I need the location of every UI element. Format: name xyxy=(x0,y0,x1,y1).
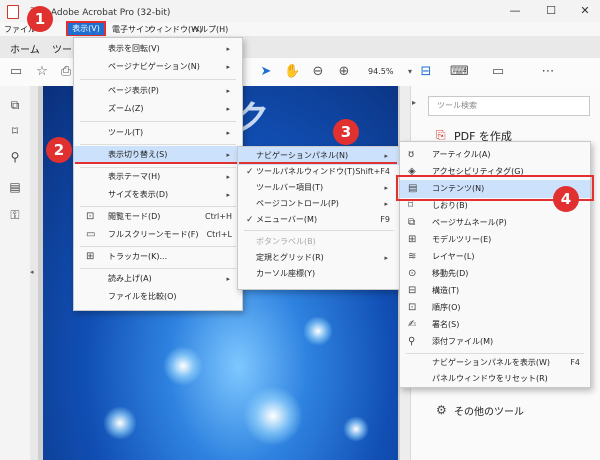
keyboard-icon[interactable]: ⌨ xyxy=(450,64,469,80)
page-display-icon[interactable]: ⊟ xyxy=(418,64,434,80)
tab-home[interactable]: ホーム xyxy=(10,41,40,56)
other-tools-link[interactable]: その他のツール xyxy=(454,403,524,418)
view-menu-rotate[interactable]: 表示を回転(V) ▸ xyxy=(74,40,242,58)
view-menu-read-aloud[interactable]: 読み上げ(A) ▸ xyxy=(74,270,242,288)
collapse-arrow-icon[interactable]: ◂ xyxy=(30,268,34,276)
article-icon: ʊ xyxy=(408,149,415,160)
nav-attachments[interactable]: ⚲ 添付ファイル(M) xyxy=(400,333,590,351)
model-tree-icon: ⊞ xyxy=(408,234,417,245)
print-icon[interactable]: ⎙ xyxy=(58,64,74,80)
nav-signatures[interactable]: ✍ 署名(S) xyxy=(400,316,590,334)
minimize-button[interactable]: — xyxy=(500,2,530,20)
view-menu-full-screen[interactable]: ▭ フルスクリーンモード(F) Ctrl+L xyxy=(74,226,242,244)
zoom-in-icon[interactable]: ⊕ xyxy=(336,64,352,80)
attachment-icon[interactable]: ⚲ xyxy=(7,150,23,166)
security-icon[interactable]: ⚿ xyxy=(7,208,23,224)
order-icon: ⊡ xyxy=(408,302,417,313)
view-menu-dropdown: 表示を回転(V) ▸ ページナビゲーション(N) ▸ ページ表示(P) ▸ ズーム(Z… xyxy=(73,37,243,311)
view-menu-display-size[interactable]: サイズを表示(D) ▸ xyxy=(74,186,242,204)
view-menu-tools[interactable]: ツール(T) ▸ xyxy=(74,124,242,142)
light-sparkle xyxy=(303,316,333,346)
read-mode-icon: ⊡ xyxy=(86,211,95,222)
full-screen-icon: ▭ xyxy=(86,229,96,240)
view-menu-theme[interactable]: 表示テーマ(H) ▸ xyxy=(74,168,242,186)
show-hide-submenu: ナビゲーションパネル(N) ▸ ✓ ツールパネルウィンドウ(T) Shift+F4 ツ… xyxy=(237,146,401,290)
star-icon[interactable]: ☆ xyxy=(34,64,50,80)
left-nav-rail xyxy=(0,86,31,460)
view-menu-page-navigation[interactable]: ページナビゲーション(N) ▸ xyxy=(74,58,242,76)
structure-icon: ⊟ xyxy=(408,285,417,296)
toggle-menu-bar[interactable]: ✓ メニューバー(M) F9 xyxy=(238,211,400,229)
light-sparkle xyxy=(103,406,137,440)
layers-icon: ≋ xyxy=(408,251,417,262)
nav-layers[interactable]: ≋ レイヤー(L) xyxy=(400,248,590,266)
view-menu-compare-files[interactable]: ファイルを比較(O) xyxy=(74,288,242,306)
maximize-button[interactable]: ☐ xyxy=(536,2,566,20)
view-menu-zoom[interactable]: ズーム(Z) ▸ xyxy=(74,100,242,118)
panel-collapse-icon[interactable]: ▸ xyxy=(412,98,416,107)
light-sparkle xyxy=(163,346,203,386)
nav-model-tree[interactable]: ⊞ モデルツリー(E) xyxy=(400,231,590,249)
signature-icon: ✍ xyxy=(408,319,417,330)
pages-icon[interactable]: ⧉ xyxy=(7,98,23,114)
toggle-cursor-coordinates[interactable]: カーソル座標(Y) xyxy=(238,265,400,283)
menu-help[interactable]: ヘルプ(H) xyxy=(192,24,228,35)
bookmark-icon[interactable]: ⌑ xyxy=(7,124,23,140)
navigation-panels-underline xyxy=(239,162,397,164)
nav-structure[interactable]: ⊟ 構造(T) xyxy=(400,282,590,300)
title-bar: 票… Adobe Acrobat Pro (32-bit) — ☐ ✕ xyxy=(0,0,600,23)
tracker-icon: ⊞ xyxy=(86,251,95,262)
callout-step-1: 1 xyxy=(27,6,53,32)
view-menu-read-mode[interactable]: ⊡ 閲覧モード(D) Ctrl+H xyxy=(74,208,242,226)
nav-reset-panes[interactable]: パネルウィンドウをリセット(R) xyxy=(400,370,590,388)
menu-esign[interactable]: 電子サイン xyxy=(112,24,152,35)
close-button[interactable]: ✕ xyxy=(570,2,600,20)
view-menu-tracker[interactable]: ⊞ トラッカー(K)... xyxy=(74,248,242,266)
tool-search-input[interactable]: ツール検索 xyxy=(428,96,590,116)
save-icon[interactable]: ▭ xyxy=(8,64,24,80)
thumbnails-icon: ⧉ xyxy=(408,217,416,228)
other-tools-icon: ⚙ xyxy=(436,403,447,417)
checkmark-icon: ✓ xyxy=(246,215,254,225)
zoom-out-icon[interactable]: ⊖ xyxy=(310,64,326,80)
more-icon[interactable]: ⋯ xyxy=(540,64,556,80)
hand-tool-icon[interactable]: ✋ xyxy=(284,64,300,80)
menu-view-highlight xyxy=(66,21,106,37)
comment-icon[interactable]: ▭ xyxy=(490,64,506,80)
light-sparkle xyxy=(343,416,369,442)
nav-page-thumbnails[interactable]: ⧉ ページサムネール(P) xyxy=(400,214,590,232)
select-cursor-icon[interactable]: ➤ xyxy=(258,64,274,80)
nav-article[interactable]: ʊ アーティクル(A) xyxy=(400,146,590,164)
callout-step-4: 4 xyxy=(553,186,579,212)
nav-destinations[interactable]: ⊙ 移動先(D) xyxy=(400,265,590,283)
view-menu-page-display[interactable]: ページ表示(P) ▸ xyxy=(74,82,242,100)
document-icon[interactable]: ▤ xyxy=(7,180,23,196)
callout-step-3: 3 xyxy=(333,119,359,145)
nav-order[interactable]: ⊡ 順序(O) xyxy=(400,299,590,317)
acrobat-app-icon xyxy=(7,5,19,19)
attachment-icon: ⚲ xyxy=(408,336,416,347)
callout-step-2: 2 xyxy=(46,137,72,163)
zoom-dropdown-icon[interactable]: ▾ xyxy=(402,64,418,80)
destination-icon: ⊙ xyxy=(408,268,417,279)
light-sparkle xyxy=(243,386,303,446)
show-hide-underline xyxy=(75,162,239,164)
